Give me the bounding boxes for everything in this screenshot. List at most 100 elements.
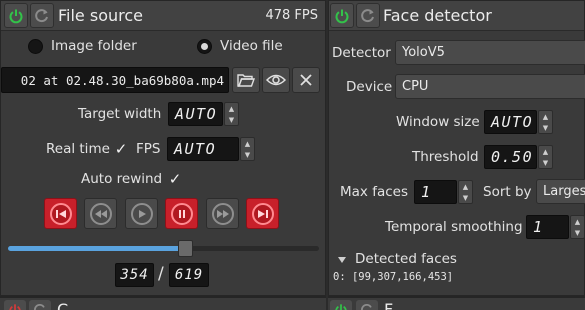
eye-icon: [266, 74, 286, 86]
temporal-smoothing-input[interactable]: 1: [526, 215, 569, 239]
folder-open-icon: [237, 73, 255, 87]
total-frames-display: 619: [169, 263, 209, 287]
detected-faces-value: 0: [99,307,166,453]: [333, 271, 454, 283]
power-icon: [9, 9, 23, 23]
lower-left-panel-title: C: [57, 300, 69, 310]
face-detector-panel: Face detector Detector YoloV5 Device CPU…: [328, 0, 585, 296]
detector-label: Detector: [332, 45, 391, 61]
window-size-input[interactable]: AUTO: [484, 110, 537, 134]
play-button[interactable]: [125, 198, 158, 229]
fps-stepper[interactable]: ▲ ▼: [240, 137, 255, 161]
power-icon: [335, 304, 347, 310]
video-file-label: Video file: [220, 38, 283, 54]
sort-by-label: Sort by: [483, 184, 532, 200]
fast-forward-icon: [211, 202, 234, 225]
reload-icon: [361, 304, 372, 310]
threshold-input[interactable]: 0.50: [484, 145, 537, 169]
reload-button[interactable]: [356, 300, 378, 310]
stepper-up-icon: ▲: [228, 104, 235, 113]
file-source-panel: File source 478 FPS Image folder Video f…: [0, 0, 326, 296]
max-faces-input[interactable]: 1: [414, 180, 457, 204]
stepper-down-icon: ▼: [462, 193, 469, 202]
threshold-label: Threshold: [412, 149, 479, 165]
pause-button[interactable]: [165, 198, 198, 229]
power-button[interactable]: [330, 300, 352, 310]
image-folder-label: Image folder: [51, 38, 137, 54]
skip-to-start-button[interactable]: [44, 198, 77, 229]
stepper-down-icon: ▼: [542, 123, 549, 132]
power-button[interactable]: [4, 300, 26, 310]
reload-button[interactable]: [29, 300, 51, 310]
preview-button[interactable]: [262, 67, 290, 93]
file-source-header: File source 478 FPS: [1, 1, 325, 31]
rewind-button[interactable]: [84, 198, 117, 229]
stepper-up-icon: ▲: [542, 147, 549, 156]
rewind-icon: [89, 202, 112, 225]
sort-by-select[interactable]: Larges: [536, 179, 585, 204]
reload-icon: [34, 304, 45, 310]
seek-slider-fill: [8, 246, 186, 251]
fps-input[interactable]: AUTO: [167, 137, 239, 161]
face-detector-header: Face detector: [329, 1, 584, 31]
face-detector-title: Face detector: [383, 6, 492, 25]
reload-icon: [361, 8, 374, 22]
stepper-up-icon: ▲: [244, 139, 251, 148]
clear-path-button[interactable]: [292, 67, 320, 93]
lower-right-panel-title: F: [384, 300, 394, 310]
real-time-checkbox[interactable]: ✓: [113, 140, 129, 158]
temporal-smoothing-stepper[interactable]: ▲ ▼: [570, 215, 585, 239]
stepper-down-icon: ▼: [244, 150, 251, 159]
threshold-stepper[interactable]: ▲ ▼: [538, 145, 553, 169]
target-width-input[interactable]: AUTO: [168, 102, 223, 126]
skip-to-start-icon: [49, 202, 72, 225]
file-path-field[interactable]: 02 at 02.48.30_ba69b80a.mp4: [1, 67, 229, 93]
triangle-down-icon: [338, 257, 346, 263]
fps-readout: 478 FPS: [265, 8, 318, 23]
reload-button[interactable]: [356, 3, 380, 28]
reload-icon: [35, 8, 48, 22]
target-width-stepper[interactable]: ▲ ▼: [224, 102, 239, 126]
real-time-label: Real time: [46, 141, 110, 157]
device-label: Device: [346, 79, 393, 95]
stepper-up-icon: ▲: [462, 182, 469, 191]
skip-to-end-button[interactable]: [246, 198, 279, 229]
stepper-up-icon: ▲: [574, 217, 581, 226]
device-select[interactable]: CPU: [395, 74, 585, 99]
window-size-label: Window size: [396, 114, 480, 130]
stepper-up-icon: ▲: [542, 112, 549, 121]
power-button[interactable]: [330, 3, 354, 28]
max-faces-label: Max faces: [340, 184, 408, 200]
lower-right-panel-header: F: [328, 296, 585, 310]
power-button[interactable]: [4, 3, 28, 28]
stepper-down-icon: ▼: [574, 228, 581, 237]
current-frame-input[interactable]: 354: [115, 263, 154, 287]
stepper-down-icon: ▼: [542, 158, 549, 167]
pause-icon: [170, 202, 193, 225]
max-faces-stepper[interactable]: ▲ ▼: [458, 180, 473, 204]
seek-slider[interactable]: [8, 246, 319, 251]
image-folder-radio[interactable]: [28, 39, 43, 54]
open-file-button[interactable]: [232, 67, 260, 93]
detected-faces-toggle[interactable]: Detected faces: [337, 251, 467, 269]
temporal-smoothing-label: Temporal smoothing: [385, 219, 523, 235]
window-size-stepper[interactable]: ▲ ▼: [538, 110, 553, 134]
target-width-label: Target width: [78, 106, 162, 122]
seek-slider-handle[interactable]: [178, 240, 194, 257]
power-icon: [9, 304, 21, 310]
stepper-down-icon: ▼: [228, 115, 235, 124]
power-icon: [335, 9, 349, 23]
fast-forward-button[interactable]: [206, 198, 239, 229]
detected-faces-label: Detected faces: [355, 251, 457, 267]
close-icon: [300, 74, 312, 86]
play-icon: [130, 202, 153, 225]
frame-separator: /: [158, 264, 164, 284]
video-file-radio[interactable]: [197, 39, 212, 54]
detector-select[interactable]: YoloV5: [395, 40, 585, 65]
auto-rewind-checkbox[interactable]: ✓: [167, 170, 183, 188]
skip-to-end-icon: [251, 202, 274, 225]
auto-rewind-label: Auto rewind: [81, 171, 163, 187]
reload-button[interactable]: [30, 3, 54, 28]
fps-label: FPS: [136, 141, 161, 157]
file-source-title: File source: [58, 6, 143, 25]
lower-left-panel-header: C: [0, 296, 326, 310]
